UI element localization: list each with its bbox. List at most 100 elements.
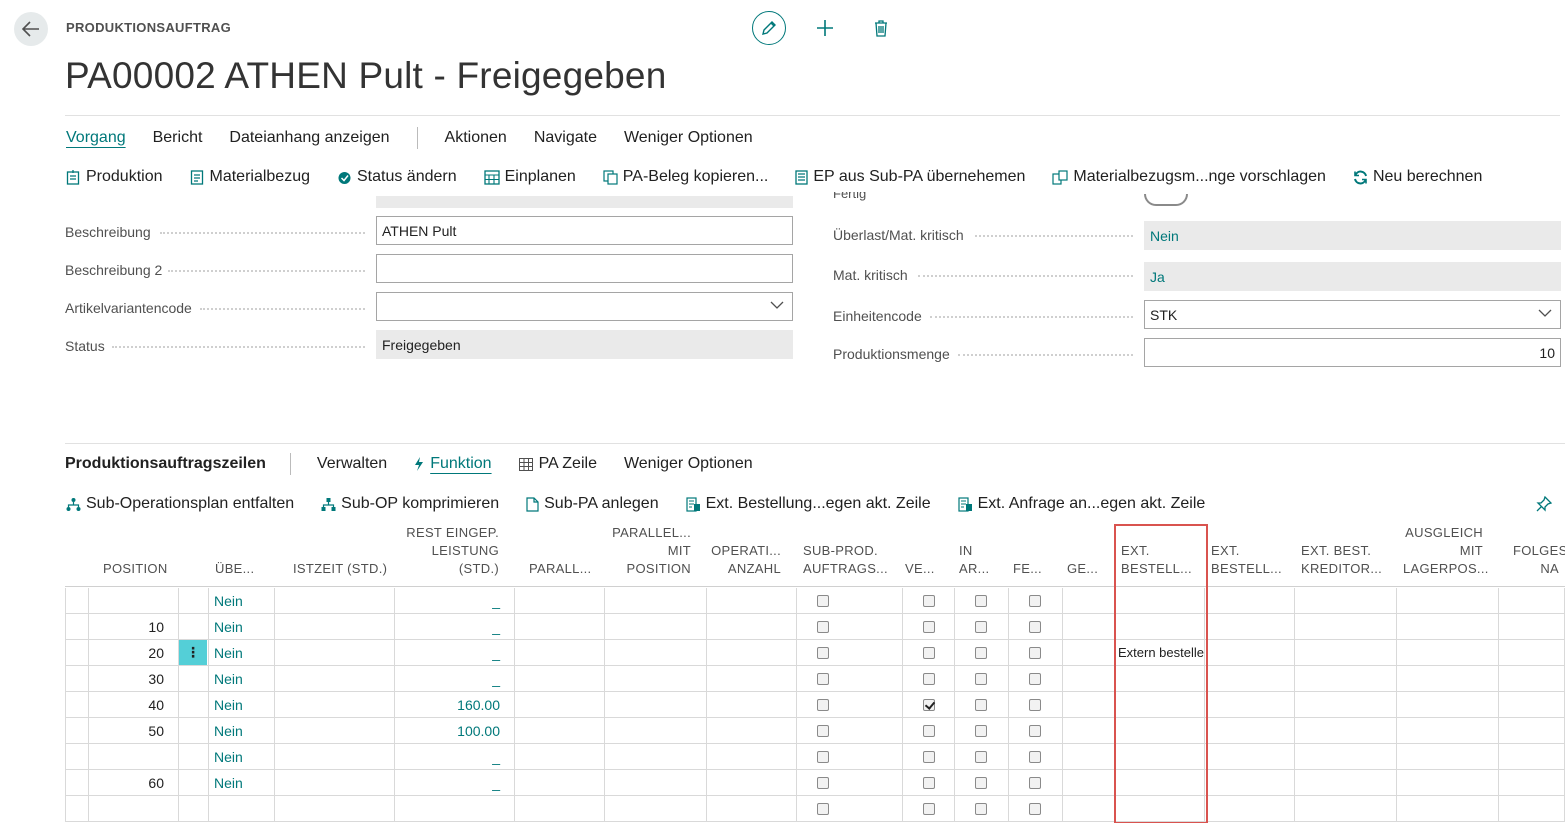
table-cell[interactable] [179,588,209,614]
table-cell[interactable] [797,666,903,692]
row-menu-button[interactable]: ⋮ [179,640,207,665]
table-cell[interactable] [955,692,1009,718]
table-cell[interactable]: _ [395,588,515,614]
table-cell[interactable] [1295,796,1397,822]
checkbox[interactable] [1029,699,1041,711]
table-cell[interactable] [1295,744,1397,770]
table-cell[interactable] [1205,666,1295,692]
table-row[interactable]: Nein _ [65,588,1565,614]
table-cell[interactable] [707,640,797,666]
table-cell[interactable]: Nein [209,718,275,744]
table-cell[interactable] [1009,640,1063,666]
table-row[interactable]: 30 Nein _ [65,666,1565,692]
col-position[interactable]: POSITION [103,560,168,578]
table-cell[interactable] [1397,692,1499,718]
table-cell[interactable] [1205,614,1295,640]
table-cell[interactable] [1063,588,1115,614]
table-cell[interactable] [707,770,797,796]
table-cell[interactable] [1295,614,1397,640]
table-cell[interactable] [515,744,605,770]
table-cell[interactable] [797,770,903,796]
pa-beleg-kopieren-button[interactable]: PA-Beleg kopieren... [603,168,768,186]
materialbezug-button[interactable]: Materialbezug [190,168,310,186]
table-cell[interactable] [1009,718,1063,744]
menu-funktion[interactable]: Funktion [414,455,492,473]
table-cell[interactable] [1205,692,1295,718]
produktionsmenge-field[interactable]: 10 [1144,338,1561,367]
table-cell[interactable] [605,588,707,614]
table-cell[interactable]: 50 [89,718,179,744]
table-cell[interactable] [179,770,209,796]
menu-bericht[interactable]: Bericht [153,129,203,147]
checkbox[interactable] [817,621,829,633]
fertig-toggle[interactable] [1144,194,1188,206]
table-cell[interactable] [1499,588,1565,614]
table-cell[interactable] [1499,614,1565,640]
checkbox[interactable] [817,595,829,607]
mat-kritisch-field[interactable]: Ja [1144,262,1561,291]
table-row[interactable]: 50 Nein 100.00 [65,718,1565,744]
table-cell[interactable] [1205,588,1295,614]
ext-anfrage-button[interactable]: Ext. Anfrage an...egen akt. Zeile [958,495,1205,513]
table-cell[interactable] [605,692,707,718]
table-cell[interactable]: Nein [209,588,275,614]
checkbox[interactable] [975,595,987,607]
menu-weniger-optionen[interactable]: Weniger Optionen [624,129,753,147]
table-cell[interactable] [797,640,903,666]
table-cell[interactable]: 100.00 [395,718,515,744]
menu-aktionen[interactable]: Aktionen [445,129,507,147]
checkbox[interactable] [975,699,987,711]
table-cell[interactable] [1009,744,1063,770]
menu-pa-zeile[interactable]: PA Zeile [518,455,597,473]
table-cell[interactable] [1063,640,1115,666]
col-ve[interactable]: VE... [905,560,935,578]
table-cell[interactable] [179,666,209,692]
table-row[interactable]: 20 ⋮ Nein _ Extern bestellen [65,640,1565,666]
table-cell[interactable]: _ [395,770,515,796]
table-cell[interactable] [65,744,89,770]
table-cell[interactable] [955,770,1009,796]
status-aendern-button[interactable]: Status ändern [337,168,457,186]
table-cell[interactable]: Nein [209,666,275,692]
produktion-button[interactable]: Produktion [66,168,163,186]
table-cell[interactable] [707,614,797,640]
table-cell[interactable] [65,614,89,640]
table-cell[interactable] [515,692,605,718]
checkbox[interactable] [1029,725,1041,737]
table-cell[interactable] [707,692,797,718]
table-cell[interactable] [1499,718,1565,744]
checkbox[interactable] [817,803,829,815]
table-cell[interactable] [275,614,395,640]
table-cell[interactable] [903,796,955,822]
table-cell[interactable] [1499,692,1565,718]
table-cell[interactable] [89,796,179,822]
table-cell[interactable] [605,718,707,744]
table-cell[interactable] [1205,718,1295,744]
table-cell[interactable] [955,796,1009,822]
table-cell[interactable] [275,718,395,744]
table-cell[interactable] [903,718,955,744]
table-cell[interactable] [65,666,89,692]
table-cell[interactable] [955,666,1009,692]
table-cell[interactable] [275,796,395,822]
checkbox[interactable] [923,751,935,763]
table-cell[interactable] [955,588,1009,614]
table-cell[interactable] [1009,588,1063,614]
edit-button[interactable] [752,11,786,45]
table-cell[interactable] [1009,796,1063,822]
table-cell[interactable] [65,692,89,718]
table-cell[interactable] [1063,718,1115,744]
col-fe[interactable]: FE... [1013,560,1042,578]
table-cell[interactable] [179,796,209,822]
table-cell[interactable] [1295,666,1397,692]
back-button[interactable] [14,12,48,46]
col-ge[interactable]: GE... [1067,560,1098,578]
table-cell[interactable] [1397,770,1499,796]
table-cell[interactable] [89,744,179,770]
table-cell[interactable] [903,744,955,770]
table-cell[interactable]: Nein [209,770,275,796]
table-cell[interactable] [1063,770,1115,796]
table-cell[interactable] [1499,640,1565,666]
checkbox[interactable] [975,803,987,815]
table-cell[interactable] [605,744,707,770]
